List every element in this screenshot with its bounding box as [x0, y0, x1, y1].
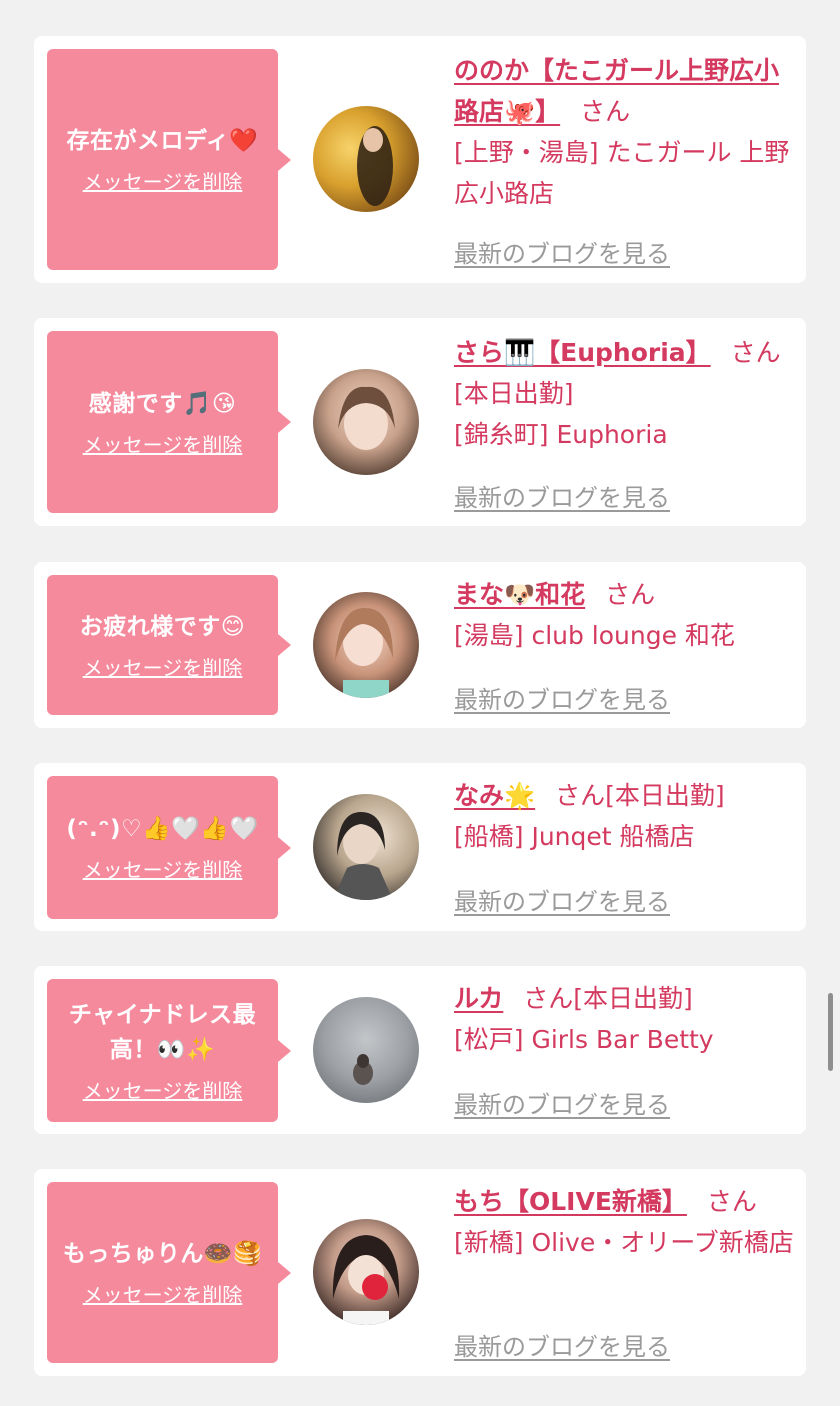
status-badge: [本日出勤] [454, 379, 574, 408]
honorific: さん [523, 984, 574, 1013]
scrollbar[interactable] [828, 993, 833, 1071]
shop-name: [新橋] Olive・オリーブ新橋店 [454, 1228, 794, 1257]
delete-message-link[interactable]: メッセージを削除 [83, 432, 243, 458]
message-bubble: (ᵔ.ᵔ)♡👍🤍👍🤍 メッセージを削除 [47, 776, 291, 919]
latest-blog-link[interactable]: 最新のブログを見る [454, 882, 670, 917]
message-card: (ᵔ.ᵔ)♡👍🤍👍🤍 メッセージを削除 なみ🌟 さん[本日出勤] [船橋] Jun… [34, 763, 806, 931]
message-text: (ᵔ.ᵔ)♡👍🤍👍🤍 [66, 816, 259, 842]
honorific: さん [605, 580, 656, 609]
message-bubble: もっちゅりん🍩🥞 メッセージを削除 [47, 1182, 291, 1363]
message-text: もっちゅりん🍩🥞 [62, 1241, 263, 1267]
cast-name-link[interactable]: なみ🌟 [454, 781, 535, 810]
avatar[interactable] [313, 997, 419, 1103]
message-bubble: 存在がメロディ❤️ メッセージを削除 [47, 49, 291, 270]
latest-blog-link[interactable]: 最新のブログを見る [454, 1327, 670, 1362]
delete-message-link[interactable]: メッセージを削除 [83, 655, 243, 681]
message-bubble: チャイナドレス最高！👀✨ メッセージを削除 [47, 979, 291, 1122]
honorific: さん [730, 338, 781, 367]
avatar[interactable] [313, 794, 419, 900]
shop-name: [錦糸町] Euphoria [454, 420, 668, 449]
shop-name: [上野・湯島] たこガール 上野広小路店 [454, 138, 790, 208]
message-bubble: 感謝です🎵😘 メッセージを削除 [47, 331, 291, 513]
honorific: さん [580, 97, 631, 126]
cast-info: もち【OLIVE新橋】 さん [新橋] Olive・オリーブ新橋店 [454, 1181, 794, 1263]
shop-name: [船橋] Junqet 船橋店 [454, 822, 695, 851]
message-text: 感謝です🎵😘 [88, 390, 237, 417]
latest-blog-link[interactable]: 最新のブログを見る [454, 478, 670, 513]
avatar[interactable] [313, 592, 419, 698]
latest-blog-link[interactable]: 最新のブログを見る [454, 234, 670, 269]
avatar[interactable] [313, 1219, 419, 1325]
shop-name: [湯島] club lounge 和花 [454, 621, 735, 650]
message-card: もっちゅりん🍩🥞 メッセージを削除 もち【OLIVE新橋】 さん [新橋] Oli… [34, 1169, 806, 1376]
cast-info: さら🎹【Euphoria】 さん [本日出勤] [錦糸町] Euphoria [454, 332, 794, 455]
avatar[interactable] [313, 106, 419, 212]
cast-info: なみ🌟 さん[本日出勤] [船橋] Junqet 船橋店 [454, 775, 794, 857]
honorific: さん [555, 781, 606, 810]
latest-blog-link[interactable]: 最新のブログを見る [454, 1085, 670, 1120]
message-card: 感謝です🎵😘 メッセージを削除 さら🎹【Euphoria】 さん [本日出勤] [錦… [34, 318, 806, 526]
cast-info: まな🐶和花 さん [湯島] club lounge 和花 [454, 574, 794, 656]
message-card: チャイナドレス最高！👀✨ メッセージを削除 ルカ さん[本日出勤] [松戸] Gi… [34, 966, 806, 1134]
cast-info: ののか【たこガール上野広小路店🐙】 さん [上野・湯島] たこガール 上野広小路店 [454, 50, 794, 214]
delete-message-link[interactable]: メッセージを削除 [83, 1078, 243, 1104]
delete-message-link[interactable]: メッセージを削除 [83, 1282, 243, 1308]
cast-name-link[interactable]: まな🐶和花 [454, 580, 585, 609]
status-badge: [本日出勤] [573, 984, 693, 1013]
status-badge: [本日出勤] [605, 781, 725, 810]
message-card: 存在がメロディ❤️ メッセージを削除 ののか【たこガール上野広小路店🐙】 さん [… [34, 36, 806, 283]
avatar[interactable] [313, 369, 419, 475]
message-text: お疲れ様です😊 [79, 613, 246, 640]
delete-message-link[interactable]: メッセージを削除 [83, 857, 243, 883]
message-text: 存在がメロディ❤️ [66, 128, 259, 154]
cast-name-link[interactable]: もち【OLIVE新橋】 [454, 1187, 687, 1216]
message-card: お疲れ様です😊 メッセージを削除 まな🐶和花 さん [湯島] club loung… [34, 562, 806, 728]
cast-info: ルカ さん[本日出勤] [松戸] Girls Bar Betty [454, 978, 794, 1060]
shop-name: [松戸] Girls Bar Betty [454, 1025, 714, 1054]
cast-name-link[interactable]: ルカ [454, 984, 503, 1013]
delete-message-link[interactable]: メッセージを削除 [83, 169, 243, 195]
message-text: チャイナドレス最高！👀✨ [68, 1001, 257, 1063]
honorific: さん [706, 1187, 757, 1216]
message-bubble: お疲れ様です😊 メッセージを削除 [47, 575, 291, 715]
latest-blog-link[interactable]: 最新のブログを見る [454, 680, 670, 715]
cast-name-link[interactable]: さら🎹【Euphoria】 [454, 338, 711, 367]
